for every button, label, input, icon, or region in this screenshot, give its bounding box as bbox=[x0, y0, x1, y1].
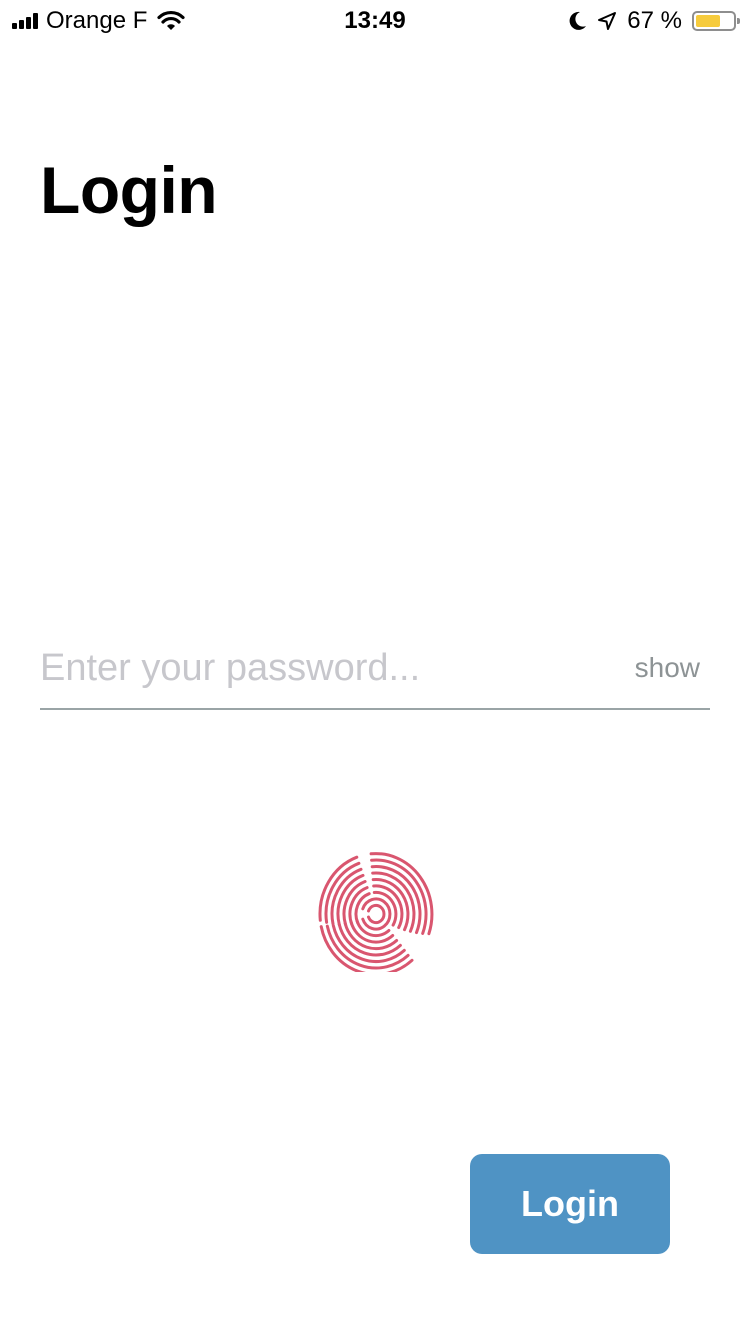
fingerprint-icon[interactable] bbox=[314, 848, 438, 972]
login-button[interactable]: Login bbox=[470, 1154, 670, 1254]
battery-level bbox=[696, 15, 720, 27]
moon-icon bbox=[569, 11, 587, 30]
show-password-toggle[interactable]: show bbox=[635, 652, 700, 684]
password-field: show bbox=[40, 636, 710, 710]
page-title: Login bbox=[40, 153, 218, 227]
battery-percentage: 67 % bbox=[627, 7, 682, 34]
fingerprint-ridge bbox=[361, 897, 392, 931]
battery-icon bbox=[692, 11, 740, 31]
password-input[interactable] bbox=[40, 636, 600, 700]
status-bar: Orange F 13:49 67 % bbox=[0, 0, 750, 40]
fingerprint-ridge bbox=[367, 903, 386, 925]
location-arrow-icon bbox=[598, 12, 617, 30]
status-right: 67 % bbox=[569, 6, 740, 36]
fingerprint-ridge bbox=[372, 890, 398, 927]
